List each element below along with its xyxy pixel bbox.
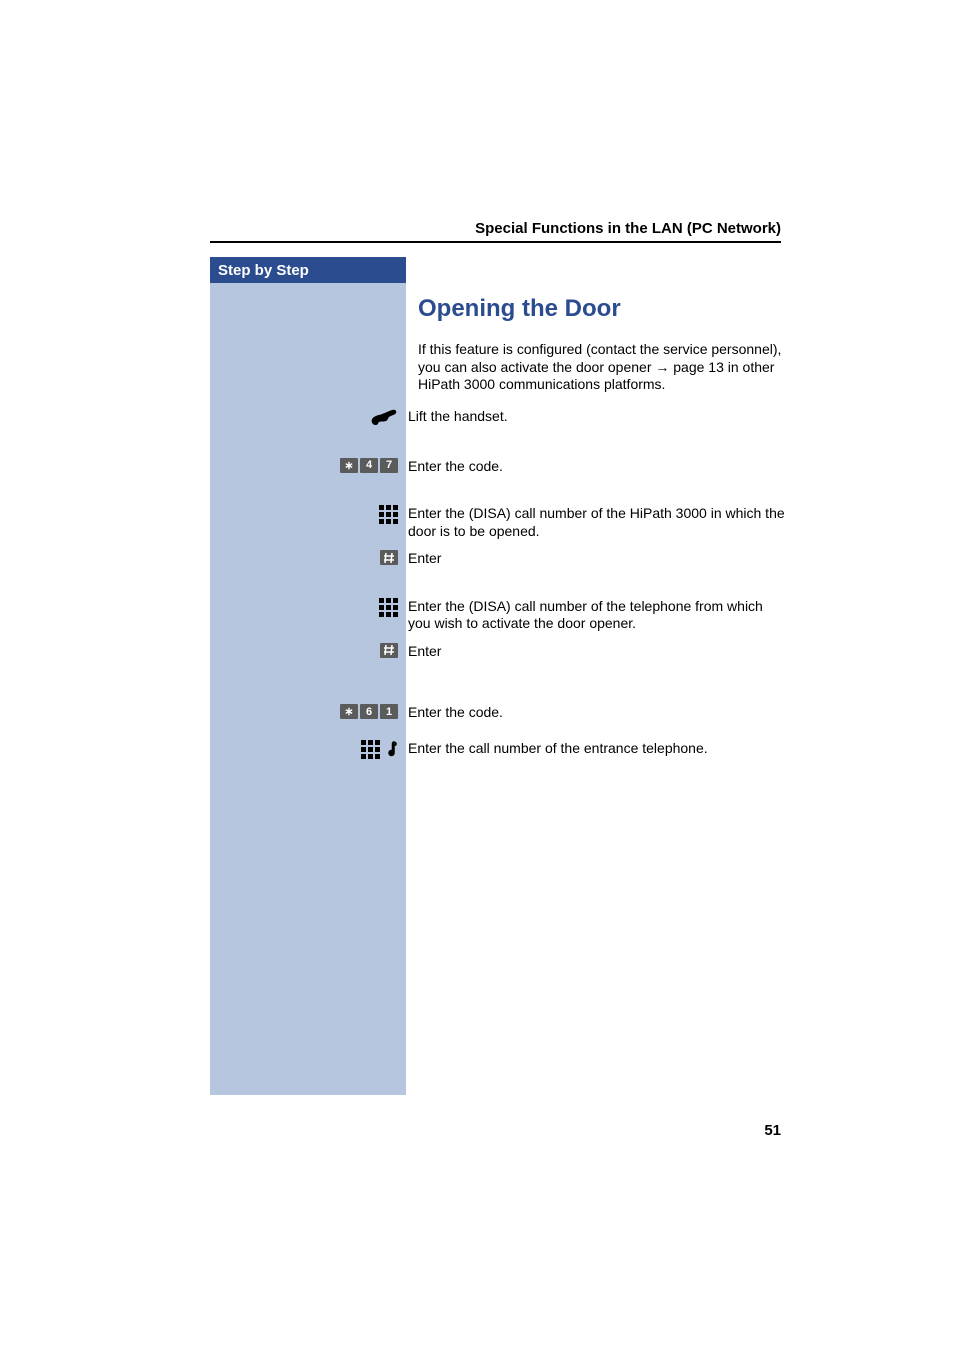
step-icon-cell <box>348 740 408 759</box>
step-row: Enter <box>418 550 788 568</box>
key-1-icon: 1 <box>380 704 398 719</box>
step-row: Lift the handset. <box>418 408 788 428</box>
handset-icon <box>370 408 398 428</box>
step-row: Enter <box>418 643 788 661</box>
key-star-icon: ∗ <box>340 458 358 473</box>
page-number: 51 <box>764 1122 781 1139</box>
step-icon-cell <box>348 643 408 658</box>
step-icon-cell: ∗ 6 1 <box>348 704 408 719</box>
step-text: Enter the (DISA) call number of the HiPa… <box>408 505 788 540</box>
step-row: Enter the (DISA) call number of the HiPa… <box>418 505 788 540</box>
keypad-tone-icon <box>361 740 398 759</box>
section-heading: Opening the Door <box>418 295 788 323</box>
note-icon <box>386 740 398 758</box>
key-sequence-icon: ∗ 4 7 <box>340 458 398 473</box>
step-icon-cell: ∗ 4 7 <box>348 458 408 473</box>
keypad-icon <box>361 740 380 759</box>
keypad-icon <box>379 598 398 617</box>
sidebar-background <box>210 257 406 1095</box>
header-rule <box>210 241 781 243</box>
intro-paragraph: If this feature is configured (contact t… <box>418 341 788 394</box>
hash-key-icon <box>380 550 398 565</box>
main-content: Opening the Door If this feature is conf… <box>418 295 788 769</box>
key-6-icon: 6 <box>360 704 378 719</box>
step-icon-cell <box>348 505 408 524</box>
hash-key-icon <box>380 643 398 658</box>
step-icon-cell <box>348 550 408 565</box>
sidebar-header: Step by Step <box>210 257 406 283</box>
step-text: Enter <box>408 550 788 568</box>
keypad-icon <box>379 505 398 524</box>
step-row: Enter the (DISA) call number of the tele… <box>418 598 788 633</box>
step-row: ∗ 4 7 Enter the code. <box>418 458 788 476</box>
running-header: Special Functions in the LAN (PC Network… <box>475 220 781 237</box>
step-text: Lift the handset. <box>408 408 788 426</box>
step-text: Enter the (DISA) call number of the tele… <box>408 598 788 633</box>
key-7-icon: 7 <box>380 458 398 473</box>
key-4-icon: 4 <box>360 458 378 473</box>
step-row: Enter the call number of the entrance te… <box>418 740 788 759</box>
step-text: Enter the call number of the entrance te… <box>408 740 788 758</box>
step-icon-cell <box>348 598 408 617</box>
step-text: Enter <box>408 643 788 661</box>
step-text: Enter the code. <box>408 458 788 476</box>
key-sequence-icon: ∗ 6 1 <box>340 704 398 719</box>
step-icon-cell <box>348 408 408 428</box>
key-star-icon: ∗ <box>340 704 358 719</box>
sidebar-label: Step by Step <box>218 262 309 279</box>
step-text: Enter the code. <box>408 704 788 722</box>
step-row: ∗ 6 1 Enter the code. <box>418 704 788 722</box>
